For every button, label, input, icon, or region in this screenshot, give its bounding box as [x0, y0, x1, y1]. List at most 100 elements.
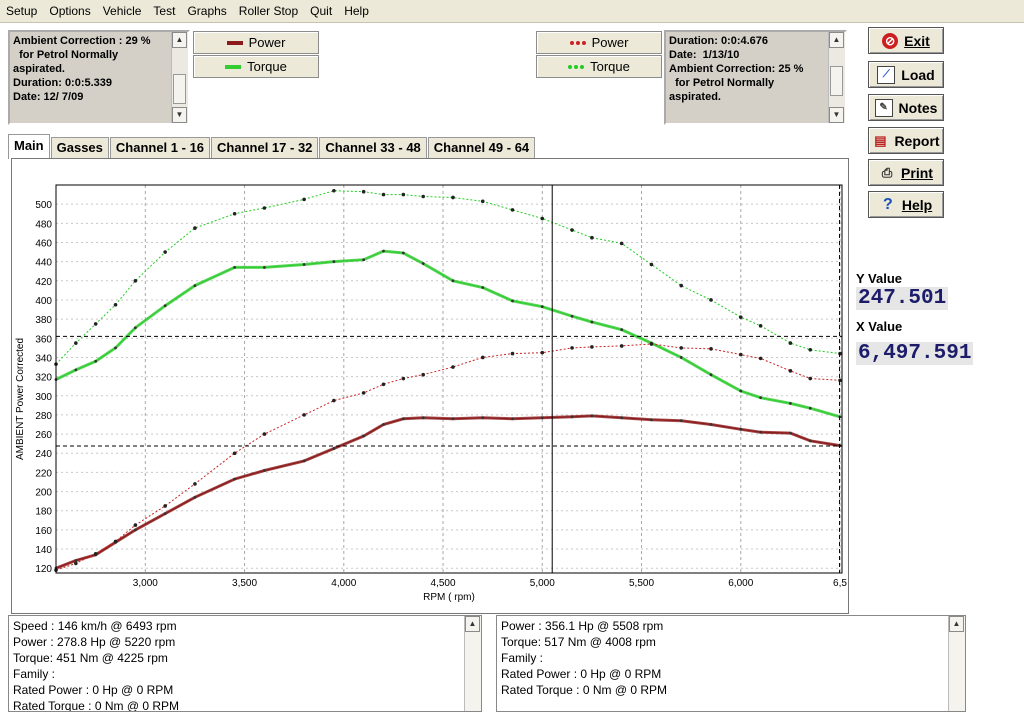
legend-left-power[interactable]: Power: [193, 31, 319, 54]
right-info-line: aspirated.: [669, 91, 721, 103]
data-point: [709, 298, 713, 302]
right-run-info: Duration: 0:0:4.676 Date: 1/13/10 Ambien…: [664, 30, 847, 125]
data-point: [570, 415, 574, 419]
menu-setup[interactable]: Setup: [0, 0, 43, 22]
data-point: [480, 199, 485, 204]
chart-panel[interactable]: 120 140 160 180 200 220 240 260 280 300 320 340 360 3…: [11, 158, 849, 614]
data-point: [263, 469, 266, 472]
left-summary-scrollbar[interactable]: ▲: [464, 616, 481, 711]
tab-main[interactable]: Main: [8, 134, 50, 159]
data-point: [649, 342, 654, 346]
y-tick-label: 200: [35, 488, 52, 499]
solid-line-swatch-icon: [225, 64, 242, 69]
scroll-up-icon[interactable]: ▲: [172, 32, 187, 48]
y-tick-label: 400: [35, 296, 52, 307]
data-point: [193, 226, 197, 230]
tab-channel-33-48[interactable]: Channel 33 - 48: [319, 137, 427, 159]
data-point: [302, 197, 306, 202]
data-point: [401, 417, 405, 421]
data-point: [808, 439, 812, 443]
legend-right-torque[interactable]: Torque: [536, 55, 662, 78]
menu-vehicle[interactable]: Vehicle: [97, 0, 148, 22]
tab-gasses[interactable]: Gasses: [50, 137, 109, 159]
y-tick-label: 420: [35, 277, 52, 288]
scroll-up-icon[interactable]: ▲: [465, 616, 480, 632]
menu-graphs[interactable]: Graphs: [181, 0, 232, 22]
data-point: [263, 265, 266, 269]
data-point: [511, 299, 514, 303]
exit-label: Exit: [904, 32, 930, 49]
left-info-line: for Petrol Normally: [13, 49, 119, 61]
data-point: [262, 432, 267, 436]
load-button[interactable]: ⟋ Load: [868, 61, 944, 88]
data-point: [709, 423, 713, 426]
data-point: [738, 315, 743, 320]
y-tick-label: 380: [35, 315, 52, 326]
data-point: [590, 414, 594, 418]
summary-line: Rated Torque : 0 Nm @ 0 RPM: [501, 683, 668, 697]
menu-quit[interactable]: Quit: [304, 0, 338, 22]
right-info-scrollbar[interactable]: ▲ ▼: [828, 32, 845, 123]
data-point: [679, 346, 684, 350]
menu-options[interactable]: Options: [43, 0, 96, 22]
y-tick-label: 160: [35, 526, 52, 537]
data-point: [193, 482, 197, 486]
left-info-scrollbar[interactable]: ▲ ▼: [171, 32, 188, 123]
data-point: [361, 189, 366, 194]
exit-button[interactable]: ⊘ Exit: [868, 27, 944, 54]
summary-line: Rated Power : 0 Hp @ 0 RPM: [13, 683, 174, 697]
notes-button[interactable]: ✎ Notes: [868, 94, 944, 121]
print-button[interactable]: ⎙ Print: [868, 159, 944, 186]
legend-right-power[interactable]: Power: [536, 31, 662, 54]
notes-icon: ✎: [874, 98, 893, 117]
data-point: [620, 416, 624, 420]
data-point: [421, 194, 425, 199]
data-point: [133, 528, 137, 532]
data-point: [113, 539, 118, 544]
x-tick-label: 4,500: [431, 578, 456, 589]
data-point: [739, 427, 743, 431]
data-point: [262, 206, 267, 210]
data-point: [401, 251, 405, 255]
legend-label: Torque: [247, 59, 287, 74]
x-tick-label: 5,500: [629, 578, 654, 589]
y-tick-label: 280: [35, 411, 52, 422]
scroll-down-icon[interactable]: ▼: [829, 107, 844, 123]
tab-channel-17-32[interactable]: Channel 17 - 32: [211, 137, 319, 159]
exit-icon: ⊘: [882, 32, 899, 49]
x-tick-label: 3,500: [232, 578, 257, 589]
load-label: Load: [901, 66, 935, 83]
data-point: [510, 351, 515, 356]
data-point: [590, 345, 594, 349]
data-point: [570, 228, 574, 232]
tab-channel-49-64[interactable]: Channel 49 - 64: [427, 137, 536, 159]
data-point: [808, 347, 813, 352]
right-summary-scrollbar[interactable]: ▲: [948, 616, 965, 711]
tab-channel-1-16[interactable]: Channel 1 - 16: [109, 137, 211, 159]
menu-help[interactable]: Help: [338, 0, 375, 22]
data-point: [233, 265, 237, 269]
dyno-chart[interactable]: 120 140 160 180 200 220 240 260 280 300 320 340 360 3…: [12, 159, 848, 613]
menu-roller-stop[interactable]: Roller Stop: [233, 0, 304, 22]
data-point: [74, 368, 78, 372]
scroll-up-icon[interactable]: ▲: [829, 32, 844, 48]
x-tick-label: 5,000: [530, 578, 555, 589]
scroll-thumb[interactable]: [830, 66, 843, 96]
help-button[interactable]: ? Help: [868, 191, 944, 218]
scroll-down-icon[interactable]: ▼: [172, 107, 187, 123]
data-point: [233, 477, 237, 481]
legend-left-torque[interactable]: Torque: [193, 55, 319, 78]
y-tick-label: 120: [35, 564, 52, 575]
report-button[interactable]: ▤ Report: [868, 127, 944, 154]
data-point: [193, 495, 197, 499]
menu-test[interactable]: Test: [147, 0, 181, 22]
data-point: [540, 216, 545, 221]
data-point: [74, 561, 78, 566]
scroll-thumb[interactable]: [173, 74, 186, 104]
data-point: [74, 341, 78, 345]
summary-line: Power : 278.8 Hp @ 5220 rpm: [13, 635, 176, 649]
right-info-line: Duration: 0:0:4.676: [669, 35, 769, 47]
right-info-line: for Petrol Normally: [669, 77, 775, 89]
scroll-up-icon[interactable]: ▲: [949, 616, 964, 632]
x-tick-label: 6,5: [833, 578, 847, 589]
